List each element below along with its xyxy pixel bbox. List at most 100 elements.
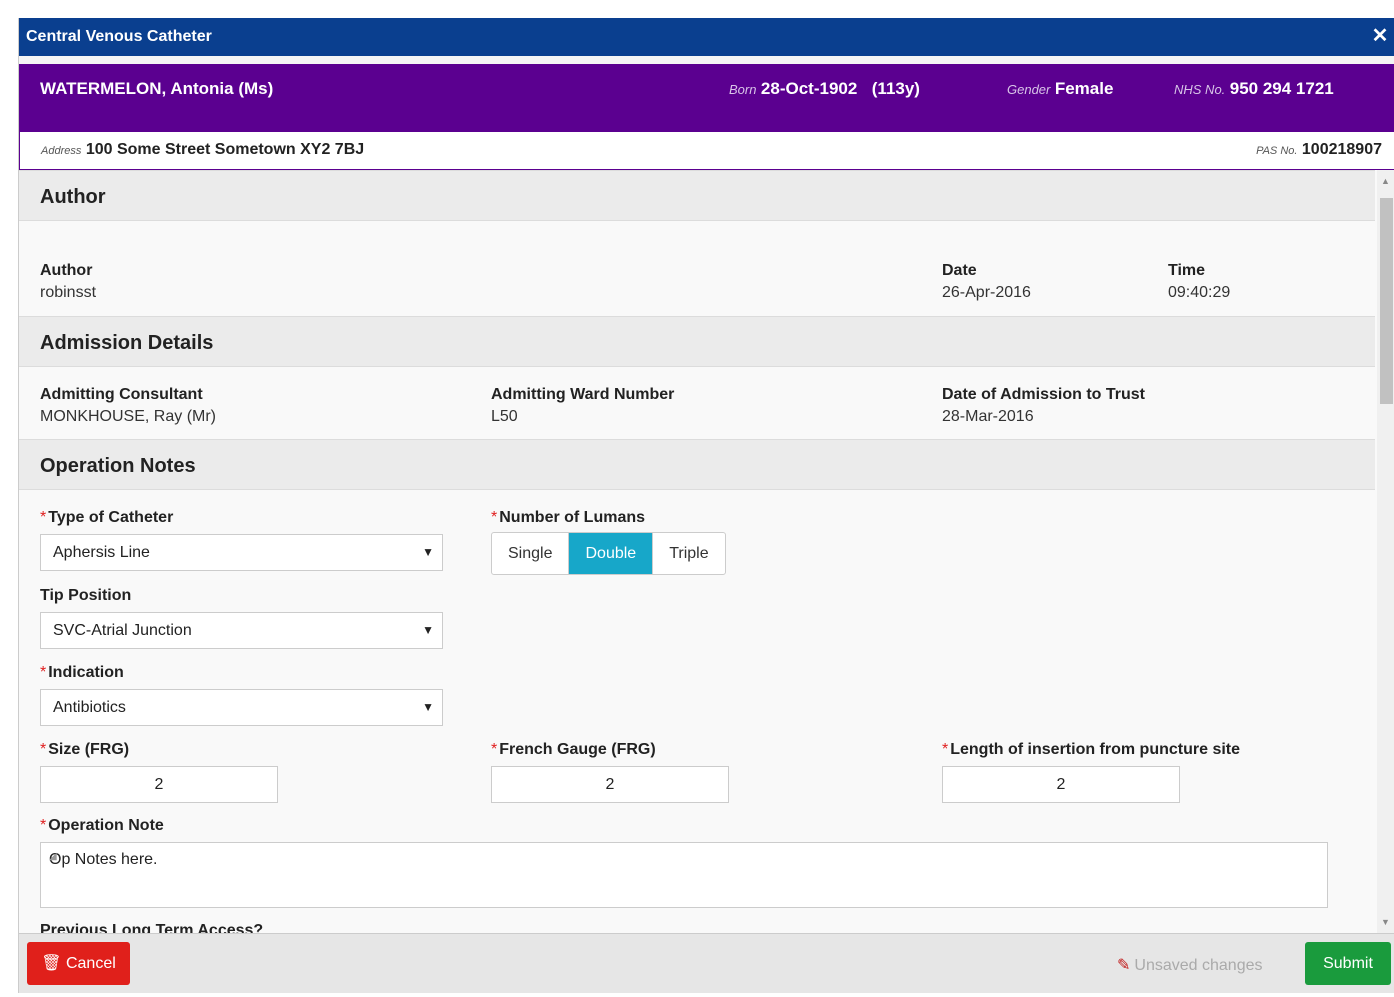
submit-button[interactable]: Submit — [1305, 942, 1391, 985]
patient-pas: PAS No. 100218907 — [1256, 141, 1382, 159]
chevron-down-icon: ▼ — [422, 545, 434, 559]
catheter-type-select[interactable]: Aphersis Line ▼ — [40, 534, 443, 571]
patient-age: (113y) — [871, 79, 920, 98]
scroll-up-icon[interactable]: ▲ — [1381, 176, 1390, 186]
previous-access-label: Previous Long Term Access? — [40, 922, 264, 933]
chevron-down-icon: ▼ — [422, 623, 434, 637]
select-value: Antibiotics — [53, 699, 126, 716]
label-text: Number of Lumans — [499, 509, 646, 526]
resize-grip-icon[interactable]: ◢ — [49, 851, 1324, 905]
admission-date-value: 28-Mar-2016 — [942, 408, 1034, 425]
date-label: Date — [942, 262, 977, 279]
catheter-type-label: * Type of Catheter — [40, 509, 173, 527]
date-value: 26-Apr-2016 — [942, 284, 1031, 301]
patient-born: Born 28-Oct-1902 (113y) — [729, 79, 920, 99]
required-marker: * — [491, 741, 498, 758]
insertion-length-label: * Length of insertion from puncture site — [942, 741, 1240, 759]
author-field: Author robinsst — [40, 262, 96, 302]
label-text: Length of insertion from puncture site — [950, 741, 1241, 758]
french-gauge-input[interactable]: 2 — [491, 766, 729, 803]
section-title: Author — [40, 186, 106, 208]
time-value: 09:40:29 — [1168, 284, 1231, 301]
select-value: SVC-Atrial Junction — [53, 622, 192, 639]
consultant-field: Admitting Consultant MONKHOUSE, Ray (Mr) — [40, 386, 216, 426]
admission-section-heading: Admission Details — [19, 316, 1375, 367]
consultant-label: Admitting Consultant — [40, 386, 203, 403]
lumans-option-single[interactable]: Single — [492, 533, 570, 574]
cancel-button[interactable]: 🗑 Cancel — [27, 942, 130, 985]
unsaved-changes-indicator: ✎ Unsaved changes — [1117, 955, 1263, 975]
ward-value: L50 — [491, 408, 518, 425]
tip-position-select[interactable]: SVC-Atrial Junction ▼ — [40, 612, 443, 649]
address-label: Address — [41, 145, 82, 157]
lumans-option-triple[interactable]: Triple — [653, 533, 724, 574]
scroll-down-icon[interactable]: ▼ — [1381, 917, 1390, 927]
label-text: Indication — [48, 664, 124, 681]
section-title: Admission Details — [40, 332, 214, 354]
patient-nhs: NHS No. 950 294 1721 — [1174, 79, 1334, 99]
operation-note-label: * Operation Note — [40, 817, 164, 835]
nhs-label: NHS No. — [1174, 82, 1226, 97]
consultant-value: MONKHOUSE, Ray (Mr) — [40, 408, 216, 425]
patient-banner: WATERMELON, Antonia (Ms) Born 28-Oct-190… — [19, 64, 1394, 132]
required-marker: * — [40, 741, 47, 758]
required-marker: * — [942, 741, 949, 758]
label-text: French Gauge (FRG) — [499, 741, 656, 758]
born-value: 28-Oct-1902 — [760, 79, 858, 98]
french-gauge-label: * French Gauge (FRG) — [491, 741, 656, 759]
trash-icon: 🗑 — [41, 955, 62, 972]
tip-position-label: Tip Position — [40, 587, 132, 604]
patient-name: WATERMELON, Antonia (Ms) — [40, 79, 274, 98]
section-title: Operation Notes — [40, 455, 196, 477]
pas-label: PAS No. — [1256, 145, 1298, 157]
dialog: Central Venous Catheter ✕ WATERMELON, An… — [18, 18, 1394, 993]
operation-section-heading: Operation Notes — [19, 439, 1375, 490]
label-text: Type of Catheter — [48, 509, 174, 526]
gender-value: Female — [1054, 79, 1114, 98]
dialog-titlebar: Central Venous Catheter ✕ — [19, 18, 1394, 56]
lumans-option-double[interactable]: Double — [569, 533, 654, 574]
time-field: Time 09:40:29 — [1168, 262, 1230, 302]
close-icon[interactable]: ✕ — [1369, 25, 1391, 47]
unsaved-label: Unsaved changes — [1134, 957, 1263, 974]
indication-label: * Indication — [40, 664, 124, 682]
insertion-length-input[interactable]: 2 — [942, 766, 1180, 803]
label-text: Operation Note — [48, 817, 164, 834]
form-content: Author Author robinsst Date 26-Apr-2016 … — [19, 170, 1377, 933]
address-value: 100 Some Street Sometown XY2 7BJ — [85, 141, 365, 158]
pencil-icon: ✎ — [1117, 957, 1131, 974]
address-bar: Address 100 Some Street Sometown XY2 7BJ… — [19, 132, 1394, 170]
pas-value: 100218907 — [1301, 141, 1382, 158]
required-marker: * — [40, 664, 47, 681]
cancel-label: Cancel — [65, 955, 116, 972]
author-label: Author — [40, 262, 93, 279]
author-section-heading: Author — [19, 170, 1375, 221]
scrollbar[interactable]: ▲ ▼ — [1377, 170, 1394, 933]
born-label: Born — [729, 82, 757, 97]
lumans-label: * Number of Lumans — [491, 509, 645, 527]
required-marker: * — [40, 817, 47, 834]
size-input[interactable]: 2 — [40, 766, 278, 803]
admission-date-field: Date of Admission to Trust 28-Mar-2016 — [942, 386, 1145, 426]
author-value: robinsst — [40, 284, 97, 301]
time-label: Time — [1168, 262, 1206, 279]
select-value: Aphersis Line — [53, 544, 150, 561]
label-text: Size (FRG) — [48, 741, 130, 758]
scrollbar-thumb[interactable] — [1380, 198, 1393, 404]
dialog-title: Central Venous Catheter — [26, 28, 212, 45]
size-label: * Size (FRG) — [40, 741, 129, 759]
required-marker: * — [40, 509, 47, 526]
gender-label: Gender — [1007, 82, 1051, 97]
operation-note-textarea[interactable]: Op Notes here. ◢ — [40, 842, 1328, 908]
nhs-value: 950 294 1721 — [1229, 79, 1334, 98]
ward-field: Admitting Ward Number L50 — [491, 386, 674, 426]
chevron-down-icon: ▼ — [422, 700, 434, 714]
date-field: Date 26-Apr-2016 — [942, 262, 1031, 302]
dialog-footer: 🗑 Cancel ✎ Unsaved changes Submit — [19, 933, 1394, 993]
ward-label: Admitting Ward Number — [491, 386, 675, 403]
admission-date-label: Date of Admission to Trust — [942, 386, 1145, 403]
required-marker: * — [491, 509, 498, 526]
indication-select[interactable]: Antibiotics ▼ — [40, 689, 443, 726]
patient-gender: Gender Female — [1007, 79, 1113, 99]
patient-address: Address 100 Some Street Sometown XY2 7BJ — [41, 141, 364, 159]
